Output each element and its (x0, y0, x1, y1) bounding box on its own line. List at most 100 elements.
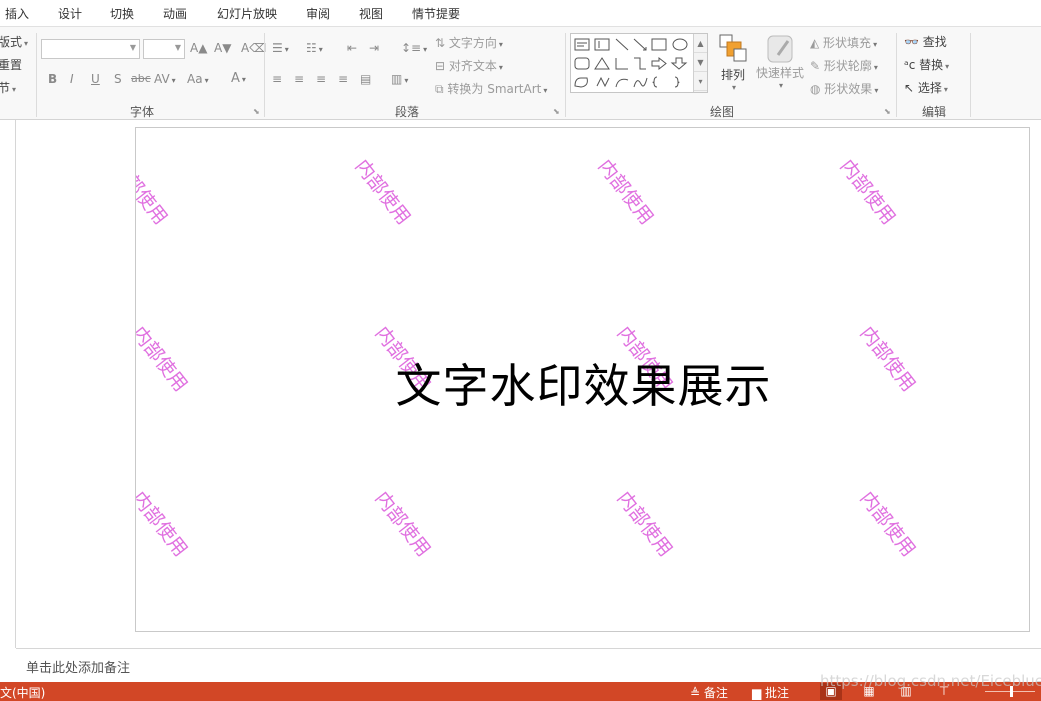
binoculars-icon: 👓 (904, 35, 923, 49)
effects-icon: ◍ (810, 82, 825, 96)
distributed-icon[interactable]: ▤ (360, 72, 371, 86)
tab-design[interactable]: 设计 (58, 5, 82, 22)
replace-icon: ᵃc (904, 58, 920, 72)
tab-transitions[interactable]: 切换 (110, 5, 134, 22)
justify-icon[interactable]: ≡ (338, 72, 348, 86)
paint-bucket-icon: ◭ (810, 36, 824, 50)
shape-fill-button[interactable]: ◭ 形状填充 ▾ (810, 34, 877, 51)
drawing-group-label: 绘图 (710, 105, 735, 119)
tab-animations[interactable]: 动画 (163, 5, 187, 22)
tab-view[interactable]: 视图 (359, 5, 383, 22)
watermark-text: 内部使用 (135, 487, 192, 561)
tab-slideshow[interactable]: 幻灯片放映 (217, 5, 277, 22)
align-text-button[interactable]: ⊟ 对齐文本 ▾ (435, 57, 503, 74)
notes-toggle[interactable]: ≜ 备注 (690, 684, 728, 701)
text-direction-button[interactable]: ⇅ 文字方向 ▾ (435, 34, 503, 51)
chevron-down-icon: ▼ (129, 43, 136, 52)
paragraph-dialog-launcher-icon[interactable]: ⬊ (553, 107, 560, 116)
arrange-button[interactable]: 排列 ▾ (716, 33, 750, 92)
line-spacing-icon[interactable]: ↕≡ ▾ (401, 41, 427, 57)
watermark-text: 内部使用 (593, 155, 658, 229)
watermark-text: 内部使用 (135, 155, 172, 229)
pen-icon: ✎ (810, 59, 824, 73)
font-group-label: 字体 (130, 105, 155, 119)
group-separator (896, 33, 897, 117)
numbering-icon[interactable]: ☷ ▾ (306, 41, 323, 57)
quick-styles-icon (767, 35, 793, 63)
group-separator (36, 33, 37, 117)
tab-review[interactable]: 审阅 (306, 5, 330, 22)
select-button[interactable]: ↖ 选择 ▾ (904, 79, 948, 96)
quick-styles-label: 快速样式 (755, 66, 804, 80)
chevron-down-icon: ▼ (174, 43, 181, 52)
ribbon: 版式 ▾ 重置 节 ▾ ▼ ▼ A▲ A▼ A⌫ B I U S abc AV ▾ A… (0, 26, 1041, 120)
smartart-icon: ⧉ (435, 82, 448, 96)
bullets-icon[interactable]: ☰ ▾ (272, 41, 289, 57)
text-shadow-icon[interactable]: S (114, 72, 122, 86)
tab-insert[interactable]: 插入 (5, 5, 29, 22)
text-direction-icon: ⇅ (435, 36, 449, 50)
columns-icon[interactable]: ▥ ▾ (391, 72, 408, 88)
slide-canvas[interactable]: 内部使用 内部使用 内部使用 内部使用 内部使用 内部使用 内部使用 内部使用 … (135, 127, 1030, 632)
strikethrough-icon[interactable]: abc (131, 72, 151, 86)
font-name-combo[interactable]: ▼ (41, 39, 140, 59)
quick-styles-button[interactable]: 快速样式 ▾ (752, 33, 808, 90)
watermark-text: 内部使用 (612, 487, 677, 561)
align-center-icon[interactable]: ≡ (294, 72, 304, 86)
gallery-scroll-up-icon[interactable]: ▲ (694, 34, 707, 53)
thumbnail-pane[interactable] (0, 120, 16, 648)
increase-indent-icon[interactable]: ⇥ (369, 41, 379, 55)
section-button[interactable]: 节 ▾ (0, 79, 16, 96)
convert-smartart-button[interactable]: ⧉ 转换为 SmartArt ▾ (435, 80, 547, 97)
gallery-more-icon[interactable]: ▾ (694, 72, 707, 91)
comment-icon: ▆ (752, 686, 766, 700)
notes-placeholder: 单击此处添加备注 (26, 661, 131, 676)
arrange-label: 排列 (720, 68, 745, 82)
slide-editor: 内部使用 内部使用 内部使用 内部使用 内部使用 内部使用 内部使用 内部使用 … (0, 120, 1041, 648)
chevron-down-icon: ▾ (731, 83, 736, 92)
watermark-text: 内部使用 (370, 487, 435, 561)
font-color-icon[interactable]: A ▾ (231, 72, 246, 87)
align-left-icon[interactable]: ≡ (272, 72, 282, 86)
shape-outline-button[interactable]: ✎ 形状轮廓 ▾ (810, 57, 878, 74)
replace-button[interactable]: ᵃc 替换 ▾ (904, 56, 949, 73)
notes-icon: ≜ (690, 686, 704, 700)
language-indicator[interactable]: 文(中国) (0, 684, 45, 701)
shapes-gallery-icons (574, 38, 688, 88)
grow-font-icon[interactable]: A▲ (190, 41, 207, 55)
decrease-indent-icon[interactable]: ⇤ (347, 41, 357, 55)
reset-button[interactable]: 重置 (0, 56, 22, 73)
ribbon-tabs: 插入 设计 切换 动画 幻灯片放映 审阅 视图 情节提要 (0, 0, 1041, 26)
gallery-scrollbar[interactable]: ▲ ▼ ▾ (693, 34, 707, 92)
align-text-icon: ⊟ (435, 59, 449, 73)
tab-storyboarding[interactable]: 情节提要 (412, 5, 460, 22)
group-separator (264, 33, 265, 117)
group-separator (565, 33, 566, 117)
watermark-text: 内部使用 (835, 155, 900, 229)
watermark-text: 内部使用 (855, 487, 920, 561)
find-button[interactable]: 👓 查找 (904, 33, 947, 50)
group-separator (970, 33, 971, 117)
blog-url-watermark: https://blog.csdn.net/Eiceblue (820, 672, 1041, 690)
layout-button[interactable]: 版式 ▾ (0, 33, 28, 50)
bold-icon[interactable]: B (48, 72, 57, 86)
comments-toggle[interactable]: ▆ 批注 (752, 684, 789, 701)
change-case-icon[interactable]: Aa ▾ (187, 72, 209, 88)
gallery-scroll-down-icon[interactable]: ▼ (694, 53, 707, 72)
chevron-down-icon: ▾ (778, 81, 783, 90)
align-right-icon[interactable]: ≡ (316, 72, 326, 86)
slide-title[interactable]: 文字水印效果展示 (136, 350, 1029, 416)
character-spacing-icon[interactable]: AV ▾ (154, 72, 176, 88)
arrange-icon (719, 34, 747, 62)
clear-format-icon[interactable]: A⌫ (241, 41, 266, 55)
cursor-icon: ↖ (904, 81, 918, 95)
italic-icon[interactable]: I (70, 72, 74, 86)
underline-icon[interactable]: U (91, 72, 100, 86)
font-dialog-launcher-icon[interactable]: ⬊ (253, 107, 260, 116)
drawing-dialog-launcher-icon[interactable]: ⬊ (884, 107, 891, 116)
shapes-gallery[interactable]: ▲ ▼ ▾ (570, 33, 708, 93)
shrink-font-icon[interactable]: A▼ (214, 41, 231, 55)
font-size-combo[interactable]: ▼ (143, 39, 185, 59)
paragraph-group-label: 段落 (395, 105, 420, 119)
shape-effects-button[interactable]: ◍ 形状效果 ▾ (810, 80, 878, 97)
